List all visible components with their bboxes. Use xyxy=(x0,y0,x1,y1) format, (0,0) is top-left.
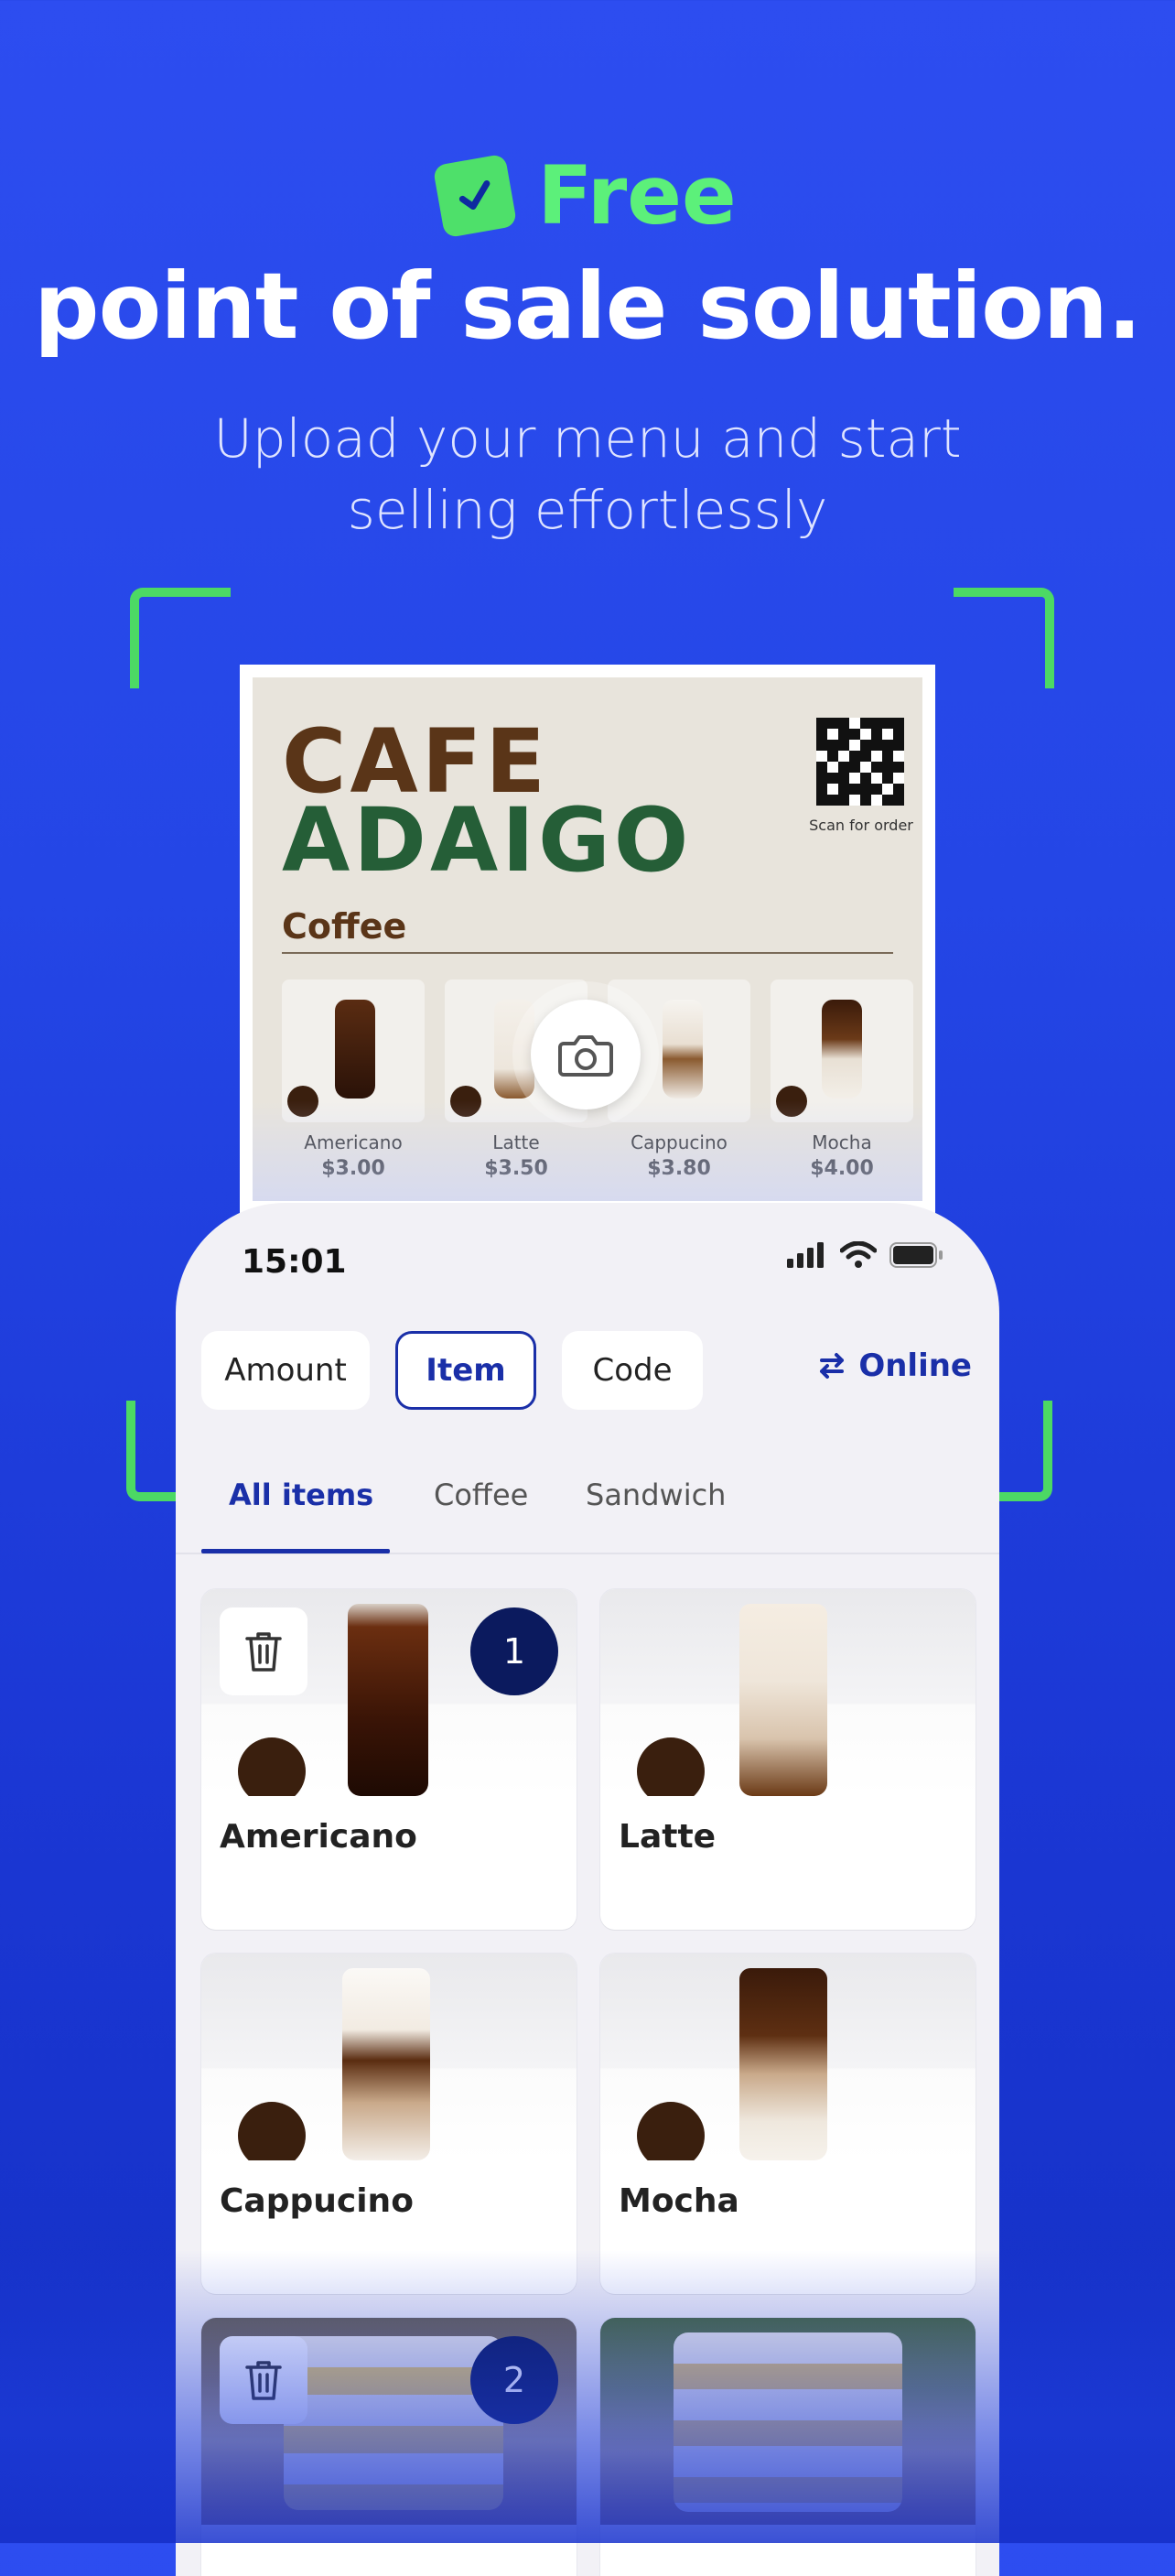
scan-frame-corner xyxy=(130,588,231,688)
item-count-badge: 2 xyxy=(470,2336,558,2424)
battery-icon xyxy=(889,1242,943,1268)
hero-subtitle: Upload your menu and start selling effor… xyxy=(213,407,962,542)
product-card-sandwich[interactable] xyxy=(600,2318,976,2576)
remove-item-button[interactable] xyxy=(220,2336,307,2424)
product-name: Americano xyxy=(220,1818,417,1856)
menu-section-title: Coffee xyxy=(282,906,407,947)
camera-icon xyxy=(558,1035,613,1077)
mode-amount-button[interactable]: Amount xyxy=(201,1331,370,1410)
divider xyxy=(282,952,893,954)
tab-all-items[interactable]: All items xyxy=(229,1477,373,1512)
menu-item-photo xyxy=(282,980,425,1122)
status-time: 15:01 xyxy=(242,1243,347,1281)
online-toggle[interactable]: Online xyxy=(816,1348,972,1384)
swap-arrows-icon xyxy=(820,1353,845,1379)
product-photo xyxy=(600,2318,976,2525)
product-card-mocha[interactable]: Mocha xyxy=(600,1954,976,2294)
menu-item-photo xyxy=(771,980,913,1122)
qr-code xyxy=(816,718,904,806)
hero-badge-row: Free xyxy=(0,148,1175,243)
product-name: Latte xyxy=(619,1818,717,1856)
product-card-sandwich[interactable]: 2 xyxy=(201,2318,577,2576)
scan-label: Scan for order xyxy=(809,817,913,834)
trash-icon xyxy=(245,1632,282,1672)
signal-icon xyxy=(787,1242,824,1268)
mode-item-button[interactable]: Item xyxy=(395,1331,536,1410)
active-tab-indicator xyxy=(201,1549,390,1553)
product-photo xyxy=(201,1954,577,2160)
tab-sandwich[interactable]: Sandwich xyxy=(586,1477,726,1512)
status-icons xyxy=(787,1241,944,1269)
check-icon xyxy=(433,153,518,239)
menu-item: Americano $3.00 xyxy=(282,980,425,1180)
hero-title: point of sale solution. xyxy=(34,253,1142,360)
mode-code-button[interactable]: Code xyxy=(562,1331,703,1410)
online-label: Online xyxy=(858,1348,972,1384)
product-card-latte[interactable]: Latte xyxy=(600,1589,976,1930)
product-photo xyxy=(600,1954,976,2160)
menu-item: Mocha $4.00 xyxy=(771,980,913,1180)
tab-coffee[interactable]: Coffee xyxy=(434,1477,528,1512)
paper-menu: CAFE ADAIGO Scan for order Coffee Americ… xyxy=(240,665,935,1214)
free-label: Free xyxy=(537,148,737,243)
product-card-americano[interactable]: 1 Americano xyxy=(201,1589,577,1930)
menu-brand-line2: ADAIGO xyxy=(282,789,693,892)
camera-button[interactable] xyxy=(531,1000,641,1109)
remove-item-button[interactable] xyxy=(220,1607,307,1695)
scan-frame-corner xyxy=(954,588,1054,688)
phone-screen: 15:01 Amount Item Code Online All items … xyxy=(176,1203,999,2576)
product-card-cappucino[interactable]: Cappucino xyxy=(201,1954,577,2294)
wifi-icon xyxy=(840,1241,877,1268)
item-count-badge: 1 xyxy=(470,1607,558,1695)
trash-icon xyxy=(245,2361,282,2400)
product-photo xyxy=(600,1589,976,1796)
product-name: Mocha xyxy=(619,2182,739,2220)
product-name: Cappucino xyxy=(220,2182,414,2220)
